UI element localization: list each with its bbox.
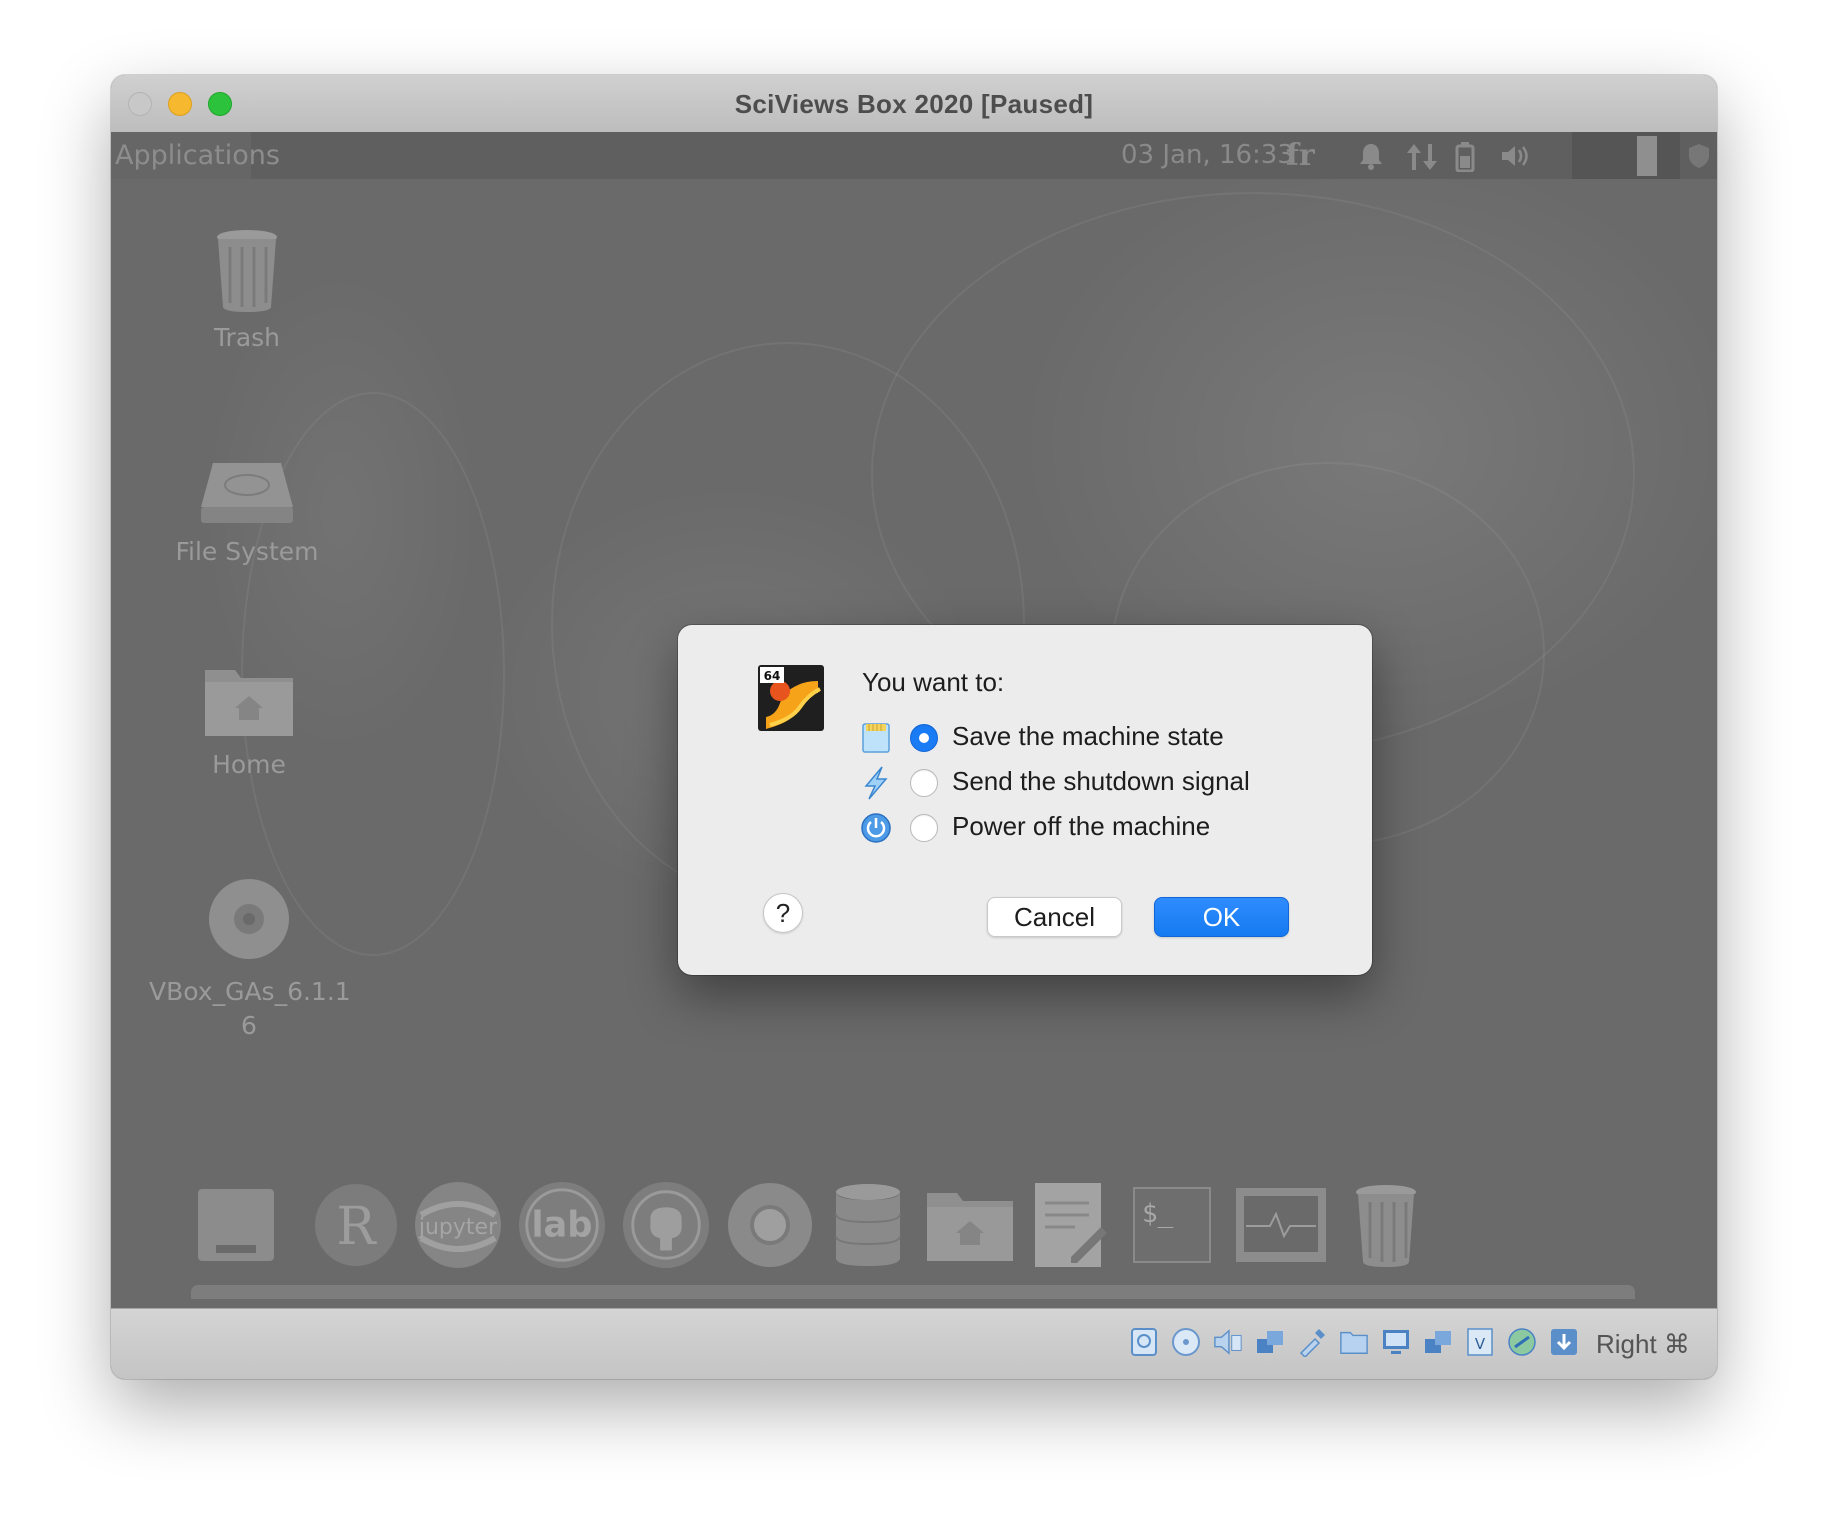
option-label[interactable]: Power off the machine bbox=[952, 811, 1210, 842]
drive-icon bbox=[198, 1189, 274, 1261]
bell-icon[interactable] bbox=[1358, 142, 1384, 175]
mouse-integration-icon[interactable] bbox=[1507, 1327, 1537, 1357]
desktop-icon-label-cont: 6 bbox=[241, 1011, 257, 1040]
desktop-icon-label: Trash bbox=[213, 323, 281, 352]
radio-shutdown-signal[interactable] bbox=[910, 769, 938, 797]
radio-power-off[interactable] bbox=[910, 814, 938, 842]
power-icon bbox=[861, 813, 891, 843]
dock-shelf bbox=[191, 1285, 1635, 1299]
option-save-state[interactable]: Save the machine state bbox=[860, 719, 1320, 759]
dock-item-jupyter[interactable]: jupyter bbox=[413, 1180, 503, 1270]
network-activity-icon[interactable] bbox=[1406, 142, 1440, 177]
shared-folder-icon[interactable] bbox=[1339, 1327, 1369, 1357]
ok-button[interactable]: OK bbox=[1154, 897, 1289, 937]
dock-item-home-folder[interactable] bbox=[925, 1180, 1015, 1270]
video-capture-icon[interactable] bbox=[1423, 1327, 1453, 1357]
recording-icon[interactable]: V bbox=[1465, 1327, 1495, 1357]
dock-item-github[interactable] bbox=[621, 1180, 711, 1270]
svg-text:64: 64 bbox=[764, 669, 781, 683]
dock-item-text-editor[interactable] bbox=[1025, 1180, 1115, 1270]
host-key-label[interactable]: Right ⌘ bbox=[1596, 1327, 1690, 1361]
battery-icon[interactable] bbox=[1455, 142, 1475, 177]
github-icon bbox=[622, 1181, 710, 1269]
shield-icon[interactable] bbox=[1686, 142, 1712, 175]
optical-drive-icon[interactable] bbox=[1171, 1327, 1201, 1357]
hard-disk-icon[interactable] bbox=[1129, 1327, 1159, 1357]
dialog-prompt: You want to: bbox=[862, 667, 1005, 697]
volume-icon[interactable] bbox=[1500, 142, 1530, 175]
svg-text:V: V bbox=[1475, 1335, 1486, 1353]
guest-top-panel: Applications 03 Jan, 16:33 fr bbox=[111, 132, 1717, 179]
desktop-icon-vbox-gas[interactable]: VBox_GAs_6.1.1 6 bbox=[149, 877, 351, 1043]
terminal-icon: $_ bbox=[1133, 1187, 1211, 1263]
virtualbox-window: SciViews Box 2020 [Paused] Applications … bbox=[111, 75, 1717, 1379]
save-state-icon bbox=[862, 723, 890, 753]
desktop-icon-label: Home bbox=[212, 750, 286, 779]
svg-text:jupyter: jupyter bbox=[418, 1215, 498, 1240]
panel-workspace-area[interactable] bbox=[1572, 132, 1680, 179]
dock-item-database[interactable] bbox=[823, 1180, 913, 1270]
desktop-icon-file-system[interactable]: File System bbox=[147, 457, 347, 569]
svg-text:$_: $_ bbox=[1142, 1199, 1174, 1229]
svg-text:lab: lab bbox=[531, 1205, 592, 1246]
option-label[interactable]: Save the machine state bbox=[952, 721, 1224, 752]
window-title: SciViews Box 2020 [Paused] bbox=[734, 89, 1094, 119]
chrome-icon bbox=[728, 1183, 812, 1267]
panel-clock[interactable]: 03 Jan, 16:33 bbox=[1121, 132, 1294, 179]
trash-icon bbox=[1356, 1185, 1416, 1267]
dock-item-system-monitor[interactable] bbox=[1231, 1180, 1331, 1270]
keyboard-icon[interactable] bbox=[1549, 1327, 1579, 1357]
dock-item-r[interactable]: R bbox=[311, 1180, 401, 1270]
trash-icon bbox=[217, 230, 277, 312]
applications-menu[interactable]: Applications bbox=[111, 132, 280, 179]
desktop-icon-trash[interactable]: Trash bbox=[147, 227, 347, 355]
text-editor-icon bbox=[1035, 1183, 1107, 1267]
audio-icon[interactable] bbox=[1213, 1327, 1243, 1357]
jupyter-icon: jupyter bbox=[415, 1182, 501, 1268]
dock-item-drive[interactable] bbox=[191, 1180, 281, 1270]
dock-item-trash[interactable] bbox=[1341, 1180, 1431, 1270]
jupyterlab-icon: lab bbox=[518, 1181, 606, 1269]
dock-item-chrome[interactable] bbox=[725, 1180, 815, 1270]
system-monitor-icon bbox=[1236, 1188, 1326, 1262]
desktop-icon-label: File System bbox=[175, 537, 319, 566]
display-icon[interactable] bbox=[1381, 1327, 1411, 1357]
panel-separator bbox=[1637, 136, 1657, 176]
svg-text:R: R bbox=[336, 1197, 377, 1257]
drive-icon bbox=[201, 463, 293, 523]
option-label[interactable]: Send the shutdown signal bbox=[952, 766, 1250, 797]
title-bar: SciViews Box 2020 [Paused] bbox=[111, 75, 1717, 133]
desktop-icon-home[interactable]: Home bbox=[149, 660, 349, 782]
vbox-status-bar: V Right ⌘ bbox=[111, 1308, 1717, 1379]
dock-item-jupyterlab[interactable]: lab bbox=[517, 1180, 607, 1270]
usb-icon[interactable] bbox=[1297, 1327, 1327, 1357]
acpi-shutdown-icon bbox=[864, 766, 888, 800]
radio-save-state[interactable] bbox=[910, 724, 938, 752]
cd-icon bbox=[209, 879, 289, 959]
cancel-button[interactable]: Cancel bbox=[987, 897, 1122, 937]
dock-item-terminal[interactable]: $_ bbox=[1127, 1180, 1217, 1270]
home-folder-icon bbox=[927, 1193, 1013, 1261]
database-icon bbox=[835, 1184, 901, 1266]
option-power-off[interactable]: Power off the machine bbox=[860, 809, 1320, 849]
guest-dock: R jupyter lab $_ bbox=[191, 1180, 1651, 1290]
r-icon: R bbox=[315, 1184, 397, 1266]
close-vm-dialog: 64 You want to: Save the machine state S… bbox=[678, 625, 1372, 975]
virtualbox-64-icon: 64 bbox=[758, 665, 824, 731]
home-folder-icon bbox=[205, 670, 293, 736]
keyboard-layout-indicator[interactable]: fr bbox=[1286, 132, 1315, 179]
desktop-icon-label: VBox_GAs_6.1.1 bbox=[149, 977, 351, 1006]
network-icon[interactable] bbox=[1255, 1327, 1285, 1357]
help-button[interactable]: ? bbox=[763, 893, 803, 933]
option-shutdown-signal[interactable]: Send the shutdown signal bbox=[860, 764, 1320, 804]
